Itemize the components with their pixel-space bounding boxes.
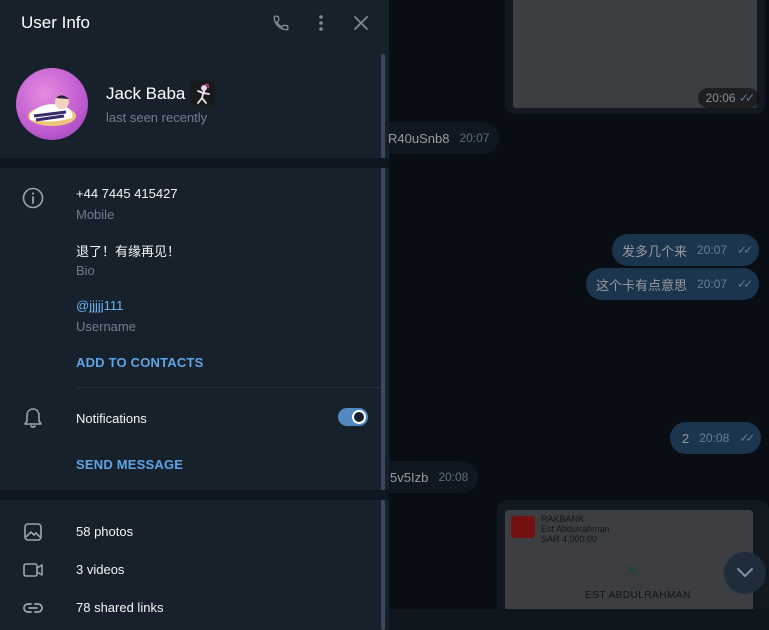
bank-amount: SAR 4,000.00: [541, 534, 598, 544]
section-divider: [0, 490, 389, 500]
message-time: 20:08: [438, 470, 469, 484]
chevron-down-icon: [737, 568, 753, 578]
add-to-contacts-button[interactable]: ADD TO CONTACTS: [76, 355, 203, 370]
message-text: 这个卡有点意思: [596, 277, 688, 293]
message-time: 20:08: [699, 431, 730, 445]
message-bubble-out[interactable]: 2 20:08 ✓✓: [670, 422, 762, 454]
bell-icon: [21, 406, 45, 430]
notifications-label: Notifications: [76, 411, 147, 426]
panel-title: User Info: [21, 13, 90, 32]
shared-videos[interactable]: 3 videos: [76, 562, 124, 577]
bank-emblem-icon: ✕: [625, 562, 639, 579]
avatar[interactable]: [16, 68, 88, 140]
section-divider: [0, 158, 389, 168]
send-message-button[interactable]: SEND MESSAGE: [76, 457, 183, 472]
message-time: 20:07: [697, 243, 728, 257]
message-bubble-out[interactable]: 这个卡有点意思 20:07 ✓✓: [586, 268, 760, 300]
phone-icon[interactable]: [270, 12, 292, 34]
row-divider: [76, 387, 381, 388]
panel-header: User Info: [0, 0, 389, 46]
photo-icon: [21, 520, 45, 544]
username-link[interactable]: @jjjjj111: [76, 298, 123, 313]
read-checks-icon: ✓✓: [739, 431, 755, 445]
notifications-toggle[interactable]: [338, 408, 368, 426]
link-icon: [21, 596, 45, 620]
scrollbar[interactable]: [381, 54, 385, 630]
user-name-row: Jack Baba: [106, 81, 216, 107]
last-seen-status: last seen recently: [106, 110, 208, 125]
composer-bar: [388, 609, 769, 630]
scroll-down-button[interactable]: [724, 552, 766, 594]
close-icon[interactable]: [350, 12, 372, 34]
bank-name: RAKBANK: [541, 514, 585, 524]
shared-photos[interactable]: 58 photos: [76, 524, 133, 539]
message-time: 20:07: [697, 277, 728, 291]
phone-label: Mobile: [76, 207, 115, 222]
toggle-knob: [352, 410, 366, 424]
user-name: Jack Baba: [106, 84, 186, 103]
more-vertical-icon[interactable]: [310, 12, 332, 34]
info-icon: [21, 186, 45, 210]
message-time: 20:06 ✓✓: [697, 88, 759, 108]
emoji-status-icon: [191, 81, 216, 107]
shared-links[interactable]: 78 shared links: [76, 600, 163, 615]
message-text: 2: [682, 430, 690, 446]
bio-text[interactable]: 退了！有缘再见！: [76, 241, 180, 260]
phone-number[interactable]: +44 7445 415427: [76, 186, 178, 201]
read-checks-icon: ✓✓: [737, 243, 753, 257]
photo-message[interactable]: 20:06 ✓✓: [505, 0, 765, 114]
bank-holder: Est Abdulrahman: [541, 524, 610, 534]
read-checks-icon: ✓✓: [737, 277, 753, 291]
bank-footer: EST ABDULRAHMAN: [585, 590, 691, 601]
video-icon: [21, 558, 45, 582]
bio-label: Bio: [76, 263, 95, 278]
user-info-panel: User Info Jack Baba last seen recently +…: [0, 0, 389, 630]
bank-logo: [511, 516, 535, 538]
username-label: Username: [76, 319, 136, 334]
message-time: 20:07: [459, 131, 490, 145]
message-text: 发多几个来: [622, 243, 688, 259]
avatar-image: [28, 95, 76, 126]
message-bubble-out[interactable]: 发多几个来 20:07 ✓✓: [612, 234, 760, 266]
